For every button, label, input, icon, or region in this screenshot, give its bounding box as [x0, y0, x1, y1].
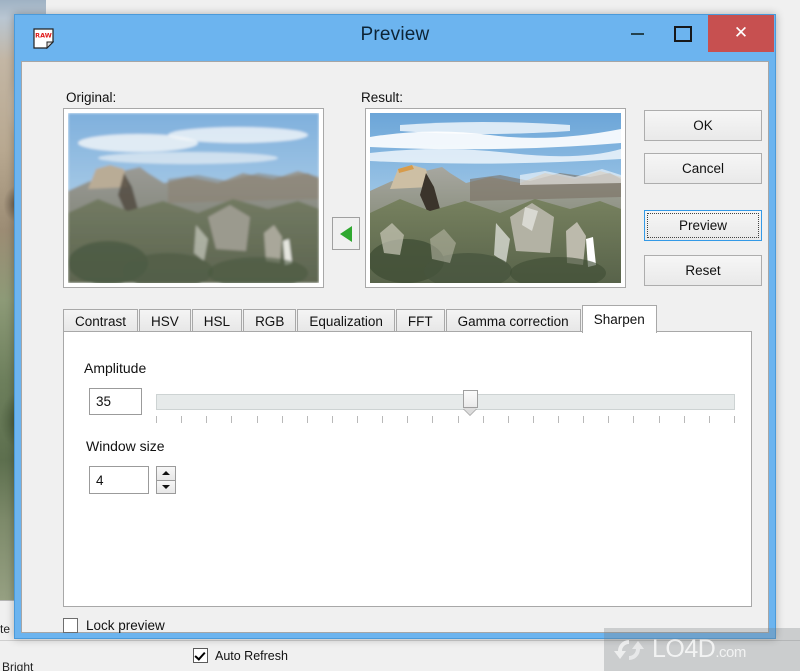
tab-hsv[interactable]: HSV — [139, 309, 191, 333]
watermark-suffix: .com — [715, 644, 746, 661]
watermark: LO4D.com — [604, 628, 800, 671]
result-image — [370, 113, 621, 283]
amplitude-slider[interactable] — [156, 388, 735, 426]
dialog-client-area: Original: Result: OK Cancel Preview Rese… — [21, 61, 769, 633]
amplitude-slider-ticks — [156, 416, 735, 423]
original-image-frame — [63, 108, 324, 288]
preview-dialog-window: RAW Preview ✕ Original: Result: OK Cance… — [14, 14, 776, 639]
title-bar[interactable]: RAW Preview ✕ — [15, 15, 775, 61]
tab-equalization-label: Equalization — [309, 314, 383, 329]
amplitude-input[interactable]: 35 — [89, 388, 142, 415]
preview-button-focus-ring: Preview — [647, 213, 759, 238]
amplitude-slider-track[interactable] — [156, 394, 735, 410]
tab-sharpen[interactable]: Sharpen — [581, 305, 657, 333]
lock-preview-checkbox[interactable]: Lock preview — [63, 618, 165, 633]
original-image — [68, 113, 319, 283]
adjustment-tabs: Contrast HSV HSL RGB Equalization FFT Ga… — [63, 305, 752, 333]
tab-fft[interactable]: FFT — [395, 309, 445, 333]
result-pane-label: Result: — [361, 90, 404, 105]
caret-up-icon — [162, 471, 170, 476]
minimize-icon — [630, 32, 644, 35]
sharpen-tab-panel: Amplitude 35 Window size 4 — [63, 331, 752, 607]
left-triangle-icon — [340, 225, 352, 242]
window-size-decrement-button[interactable] — [156, 480, 176, 494]
tab-equalization[interactable]: Equalization — [297, 309, 395, 333]
tab-fft-label: FFT — [407, 314, 433, 329]
maximize-button[interactable] — [660, 15, 706, 52]
maximize-icon — [674, 25, 692, 42]
watermark-text: LO4D.com — [652, 635, 746, 664]
window-size-value: 4 — [96, 472, 104, 488]
auto-refresh-checkbox[interactable]: Auto Refresh — [193, 648, 288, 663]
tab-hsv-label: HSV — [151, 314, 179, 329]
caret-down-icon — [162, 484, 170, 489]
amplitude-value: 35 — [96, 394, 112, 409]
amplitude-label: Amplitude — [84, 360, 147, 376]
tab-contrast[interactable]: Contrast — [63, 309, 139, 333]
close-button[interactable]: ✕ — [708, 15, 774, 52]
cancel-button-label: Cancel — [681, 161, 725, 176]
background-left-text-2: Bright — [2, 660, 34, 671]
minimize-button[interactable] — [614, 15, 660, 52]
preview-button-label: Preview — [678, 218, 727, 233]
original-pane-label: Original: — [66, 90, 117, 105]
reset-button-label: Reset — [685, 263, 721, 278]
reset-button[interactable]: Reset — [644, 255, 762, 286]
preview-button[interactable]: Preview — [644, 210, 762, 241]
tab-hsl-label: HSL — [203, 314, 231, 329]
refresh-circle-arrows-icon — [614, 639, 644, 660]
tab-contrast-label: Contrast — [75, 314, 127, 329]
tab-rgb-label: RGB — [255, 314, 285, 329]
amplitude-slider-thumb[interactable] — [463, 390, 478, 416]
tab-sharpen-label: Sharpen — [593, 312, 645, 327]
ok-button[interactable]: OK — [644, 110, 762, 141]
window-size-input[interactable]: 4 — [89, 466, 149, 494]
tab-gamma-correction[interactable]: Gamma correction — [445, 309, 581, 333]
tab-gamma-correction-label: Gamma correction — [457, 314, 569, 329]
tab-hsl[interactable]: HSL — [191, 309, 243, 333]
result-image-frame — [365, 108, 626, 288]
window-size-spin-buttons[interactable] — [156, 466, 176, 494]
window-size-label: Window size — [86, 438, 165, 454]
window-size-stepper[interactable]: 4 — [89, 466, 176, 494]
auto-refresh-checkbox-box[interactable] — [193, 648, 208, 663]
cancel-button[interactable]: Cancel — [644, 153, 762, 184]
tab-rgb[interactable]: RGB — [243, 309, 297, 333]
lock-preview-label: Lock preview — [86, 618, 165, 633]
auto-refresh-label: Auto Refresh — [215, 648, 288, 663]
swap-images-button[interactable] — [332, 217, 360, 250]
lock-preview-checkbox-box[interactable] — [63, 618, 78, 633]
window-size-increment-button[interactable] — [156, 466, 176, 481]
ok-button-label: OK — [693, 118, 713, 133]
watermark-brand: LO4D — [652, 635, 716, 663]
background-left-text-1: te — [0, 622, 11, 636]
close-icon: ✕ — [733, 23, 749, 43]
